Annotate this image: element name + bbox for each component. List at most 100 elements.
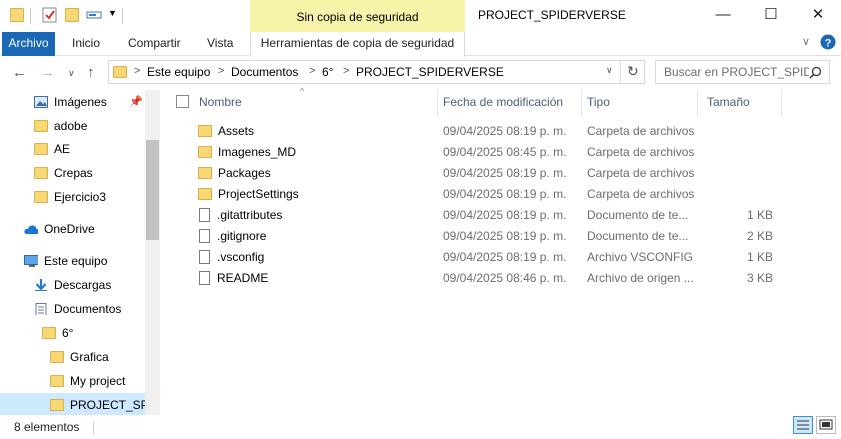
up-arrow-icon[interactable]: ↑ [87, 64, 95, 81]
details-view-button[interactable] [793, 416, 813, 434]
file-name: Imagenes_MD [218, 145, 297, 159]
column-divider[interactable] [437, 90, 438, 116]
file-name: .gitignore [217, 229, 267, 243]
search-box[interactable] [655, 60, 830, 84]
nav-item-imagenes[interactable]: Imágenes [34, 91, 107, 113]
file-name-cell: .vsconfig [198, 247, 264, 268]
recent-locations-icon[interactable]: ∨ [68, 68, 75, 79]
nav-item-adobe[interactable]: adobe [34, 115, 87, 137]
address-dropdown-icon[interactable]: ∨ [606, 65, 613, 76]
nav-item-label: Descargas [54, 278, 112, 292]
computer-icon [24, 255, 38, 267]
file-row[interactable]: .gitignore 09/04/2025 08:19 p. m. Document… [192, 226, 782, 247]
nav-item-este-equipo[interactable]: Este equipo [24, 250, 107, 272]
file-size: 2 KB [746, 229, 773, 243]
nav-scrollbar-thumb[interactable] [146, 140, 159, 240]
nav-item-label: AE [54, 142, 71, 156]
breadcrumb-6[interactable]: 6° [322, 65, 333, 79]
maximize-button[interactable]: ☐ [748, 0, 794, 32]
nav-item-grafica[interactable]: Grafica [50, 346, 109, 368]
new-folder-icon[interactable] [65, 8, 79, 22]
folder-icon [113, 66, 127, 78]
file-row[interactable]: Imagenes_MD 09/04/2025 08:45 p. m. Carpeta… [192, 142, 782, 163]
file-row[interactable]: Packages 09/04/2025 08:19 p. m. Carpeta de… [192, 163, 782, 184]
nav-item-documentos[interactable]: Documentos [34, 298, 121, 320]
file-row[interactable]: ProjectSettings 09/04/2025 08:19 p. m. Car… [192, 184, 782, 205]
nav-item-label: Documentos [54, 302, 122, 316]
file-name-cell: .gitignore [198, 226, 266, 247]
nav-item-label: 6° [62, 326, 74, 340]
breadcrumb-documentos[interactable]: Documentos [231, 65, 298, 79]
file-type: Carpeta de archivos [587, 166, 695, 180]
nav-item-label: PROJECT_SPID [70, 398, 145, 412]
breadcrumb-separator[interactable]: > [218, 65, 224, 77]
search-input[interactable] [664, 62, 809, 82]
folder-icon [34, 167, 48, 179]
address-bar[interactable]: > Este equipo > Documentos > 6° > PROJEC… [108, 60, 645, 84]
nav-item-label: Crepas [54, 166, 93, 180]
sort-ascending-icon: ^ [300, 86, 305, 96]
nav-item-label: OneDrive [44, 222, 95, 236]
search-icon[interactable] [809, 66, 822, 79]
file-name: Packages [218, 166, 271, 180]
file-row[interactable]: .gitattributes 09/04/2025 08:19 p. m. Docu… [192, 205, 782, 226]
forward-arrow-icon[interactable]: → [40, 64, 55, 81]
column-divider[interactable] [581, 90, 582, 116]
nav-item-crepas[interactable]: Crepas [34, 162, 93, 184]
folder-icon [50, 351, 64, 363]
download-icon [35, 279, 47, 291]
folder-icon [34, 120, 48, 132]
refresh-icon[interactable]: ↻ [627, 63, 639, 80]
column-divider[interactable] [781, 90, 782, 116]
file-name: ProjectSettings [218, 187, 299, 201]
properties-icon[interactable] [42, 7, 58, 23]
nav-item-ae[interactable]: AE [34, 138, 70, 160]
nav-item-project-spiderverse[interactable]: PROJECT_SPID [50, 394, 145, 416]
rename-icon[interactable] [86, 7, 102, 23]
nav-scrollbar[interactable] [145, 90, 160, 415]
column-divider[interactable] [697, 90, 698, 116]
file-size: 3 KB [746, 271, 773, 285]
pin-icon[interactable]: 📌 [129, 95, 143, 108]
nav-item-label: adobe [54, 119, 88, 133]
breadcrumb-project[interactable]: PROJECT_SPIDERVERSE [356, 65, 504, 79]
file-type: Documento de te... [587, 208, 689, 222]
file-date: 09/04/2025 08:46 p. m. [443, 271, 567, 285]
file-row[interactable]: .vsconfig 09/04/2025 08:19 p. m. Archivo V… [192, 247, 782, 268]
tab-archivo[interactable]: Archivo [2, 32, 55, 56]
customize-toolbar-icon[interactable]: ▼ [108, 8, 117, 18]
breadcrumb-separator[interactable]: > [309, 65, 315, 77]
select-all-checkbox[interactable] [176, 95, 189, 108]
file-icon [199, 250, 210, 264]
column-header-tipo[interactable]: Tipo [587, 90, 610, 114]
nav-item-6[interactable]: 6° [42, 322, 73, 344]
breadcrumb-separator[interactable]: > [134, 65, 140, 77]
close-button[interactable]: ✕ [795, 0, 841, 32]
breadcrumb-este-equipo[interactable]: Este equipo [147, 65, 210, 79]
nav-item-descargas[interactable]: Descargas [34, 274, 111, 296]
column-header-fecha[interactable]: Fecha de modificación [443, 90, 563, 114]
ribbon-tabs: Archivo Inicio Compartir Vista Herramien… [0, 32, 841, 57]
nav-item-my-project[interactable]: My project [50, 370, 125, 392]
file-row[interactable]: README 09/04/2025 08:46 p. m. Archivo de o… [192, 268, 782, 289]
column-header-tamano[interactable]: Tamaño [707, 90, 750, 114]
minimize-button[interactable]: — [700, 0, 746, 32]
nav-item-onedrive[interactable]: OneDrive [24, 218, 95, 240]
tab-vista[interactable]: Vista [207, 32, 233, 56]
back-arrow-icon[interactable]: ← [12, 64, 27, 81]
file-name: .vsconfig [217, 250, 265, 264]
file-row[interactable]: Assets 09/04/2025 08:19 p. m. Carpeta de a… [192, 121, 782, 142]
column-header-nombre[interactable]: Nombre [199, 90, 242, 114]
expand-ribbon-icon[interactable]: ∨ [802, 35, 810, 48]
tab-inicio[interactable]: Inicio [72, 32, 100, 56]
divider [122, 8, 123, 24]
help-icon[interactable]: ? [820, 34, 836, 50]
tab-compartir[interactable]: Compartir [128, 32, 181, 56]
folder-icon [10, 8, 24, 22]
nav-item-ejercicio3[interactable]: Ejercicio3 [34, 186, 106, 208]
large-icons-view-button[interactable] [816, 416, 836, 434]
breadcrumb-separator[interactable]: > [343, 65, 349, 77]
folder-icon [198, 188, 212, 200]
tab-herramientas-copia[interactable]: Herramientas de copia de seguridad [250, 32, 465, 57]
file-date: 09/04/2025 08:45 p. m. [443, 145, 567, 159]
